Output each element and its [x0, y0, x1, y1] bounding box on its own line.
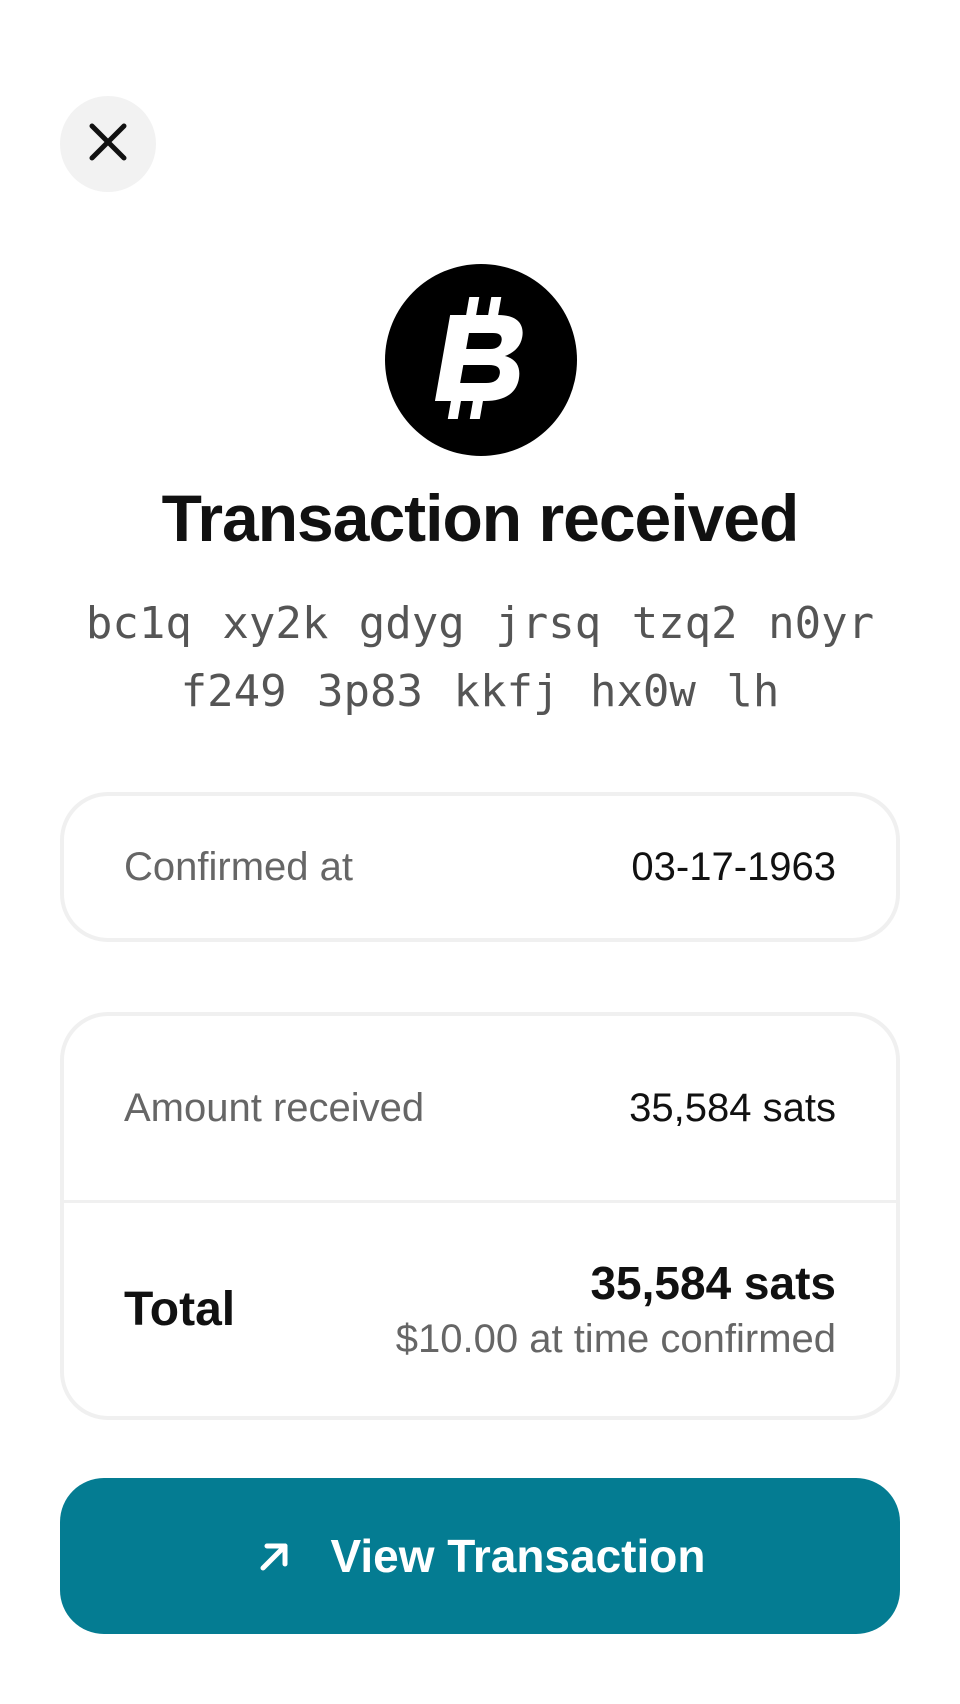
confirmed-card: Confirmed at 03-17-1963	[60, 792, 900, 942]
amount-card: Amount received 35,584 sats Total 35,584…	[60, 1012, 900, 1420]
address-line-2: f249 3p83 kkfj hx0w lh	[180, 666, 780, 717]
confirmed-label: Confirmed at	[124, 844, 353, 889]
total-row: Total 35,584 sats $10.00 at time confirm…	[64, 1203, 896, 1416]
close-button[interactable]	[60, 96, 156, 192]
bitcoin-icon	[426, 293, 536, 428]
page-title: Transaction received	[161, 481, 800, 555]
bitcoin-logo	[385, 264, 577, 456]
view-transaction-label: View Transaction	[330, 1530, 706, 1582]
total-label: Total	[124, 1283, 236, 1336]
transaction-address: bc1q xy2k gdyg jrsq tzq2 n0yr f249 3p83 …	[40, 590, 920, 726]
amount-row: Amount received 35,584 sats	[64, 1016, 896, 1200]
view-transaction-button[interactable]: View Transaction	[60, 1478, 900, 1634]
arrow-up-right-icon	[255, 1536, 295, 1576]
total-sats: 35,584 sats	[590, 1256, 836, 1309]
total-values: 35,584 sats $10.00 at time confirmed	[396, 1254, 836, 1366]
amount-value: 35,584 sats	[629, 1085, 836, 1130]
confirmed-value: 03-17-1963	[631, 844, 836, 889]
confirmed-row: Confirmed at 03-17-1963	[64, 796, 896, 938]
close-icon	[88, 122, 128, 167]
total-fiat: $10.00 at time confirmed	[395, 1316, 836, 1361]
address-line-1: bc1q xy2k gdyg jrsq tzq2 n0yr	[85, 598, 875, 649]
amount-label: Amount received	[124, 1085, 425, 1130]
